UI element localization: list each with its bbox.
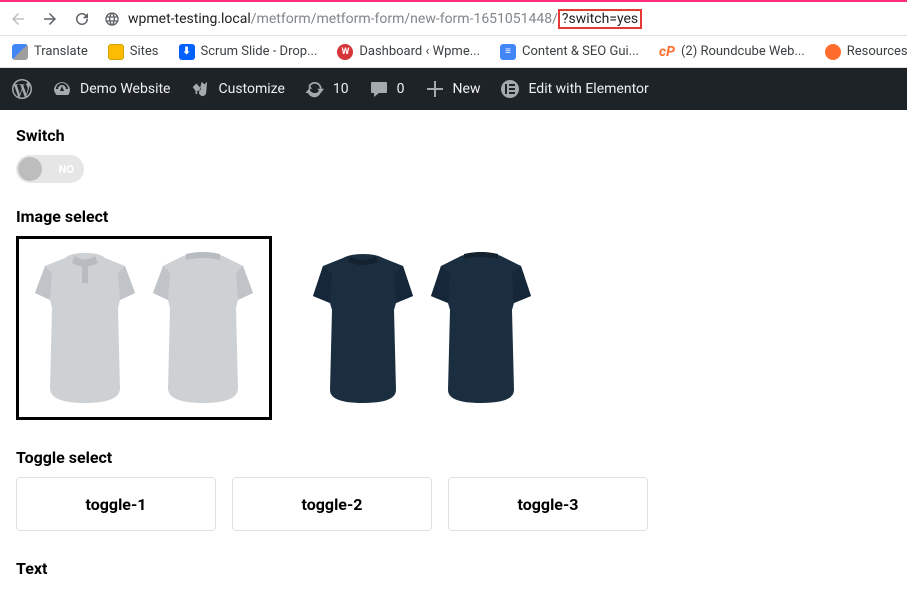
bookmark-label: Translate: [34, 44, 88, 59]
wp-elementor[interactable]: Edit with Elementor: [500, 79, 648, 99]
reload-button[interactable]: [72, 9, 92, 29]
switch-state: NO: [59, 163, 74, 176]
toggle-option-3[interactable]: toggle-3: [448, 477, 648, 531]
bookmark-roundcube[interactable]: cP (2) Roundcube Web...: [659, 44, 805, 60]
bookmark-content-seo[interactable]: ≡ Content & SEO Gui...: [500, 44, 639, 60]
dashboard-icon: [52, 79, 72, 99]
shirt-navy-front: [308, 248, 418, 408]
site-name: Demo Website: [80, 81, 170, 97]
wp-logo[interactable]: [12, 79, 32, 99]
wp-updates[interactable]: 10: [305, 79, 349, 99]
translate-icon: [12, 44, 28, 60]
resources-icon: [825, 44, 841, 60]
image-select-label: Image select: [16, 207, 891, 226]
bookmark-label: Resources Docs | Ni...: [847, 44, 907, 59]
bookmarks-bar: Translate Sites ⬇ Scrum Slide - Drop... …: [0, 36, 907, 68]
globe-icon: [104, 11, 120, 27]
bookmark-label: Content & SEO Gui...: [522, 44, 639, 59]
elementor-icon: [500, 79, 520, 99]
address-bar[interactable]: wpmet-testing.local/metform/metform-form…: [104, 11, 899, 27]
bookmark-dashboard[interactable]: W Dashboard ‹ Wpme...: [337, 44, 480, 60]
shirt-gray-front: [30, 248, 140, 408]
image-option-1[interactable]: [16, 236, 272, 420]
wp-new[interactable]: New: [425, 79, 481, 99]
shirt-navy-back: [426, 248, 536, 408]
cpanel-icon: cP: [659, 44, 675, 60]
toggle-option-1[interactable]: toggle-1: [16, 477, 216, 531]
customize-label: Customize: [218, 81, 284, 97]
bookmark-label: Sites: [130, 44, 159, 59]
toggle-select-label: Toggle select: [16, 448, 891, 467]
text-label: Text: [16, 559, 891, 578]
browser-toolbar: wpmet-testing.local/metform/metform-form…: [0, 0, 907, 36]
elementor-label: Edit with Elementor: [528, 81, 648, 97]
back-button[interactable]: [8, 9, 28, 29]
page-content: Switch NO Image select: [0, 110, 907, 604]
brush-icon: [190, 79, 210, 99]
bookmark-label: (2) Roundcube Web...: [681, 44, 805, 59]
wp-adminbar: Demo Website Customize 10 0 New Edit wit…: [0, 68, 907, 110]
comments-count: 0: [397, 81, 405, 97]
wpmet-icon: W: [337, 44, 353, 60]
new-label: New: [453, 81, 481, 97]
wp-customize[interactable]: Customize: [190, 79, 284, 99]
toggle-select-field: Toggle select toggle-1 toggle-2 toggle-3: [16, 448, 891, 531]
switch-field: Switch NO: [16, 126, 891, 183]
bookmark-resources[interactable]: Resources Docs | Ni...: [825, 44, 907, 60]
bookmark-sites[interactable]: Sites: [108, 44, 159, 60]
update-icon: [305, 79, 325, 99]
bookmark-scrum[interactable]: ⬇ Scrum Slide - Drop...: [179, 44, 318, 60]
folder-icon: [108, 44, 124, 60]
wp-comments[interactable]: 0: [369, 79, 405, 99]
switch-label: Switch: [16, 126, 891, 145]
bookmark-label: Dashboard ‹ Wpme...: [359, 44, 480, 59]
switch-toggle[interactable]: NO: [16, 155, 84, 183]
bookmark-label: Scrum Slide - Drop...: [201, 44, 318, 59]
docs-icon: ≡: [500, 44, 516, 60]
text-field: Text: [16, 559, 891, 578]
switch-knob: [18, 157, 42, 181]
updates-count: 10: [333, 81, 349, 97]
image-select-field: Image select: [16, 207, 891, 420]
bookmark-translate[interactable]: Translate: [12, 44, 88, 60]
image-option-2[interactable]: [294, 236, 550, 420]
plus-icon: [425, 79, 445, 99]
forward-button[interactable]: [40, 9, 60, 29]
url-text: wpmet-testing.local/metform/metform-form…: [128, 11, 642, 27]
toggle-option-2[interactable]: toggle-2: [232, 477, 432, 531]
wp-site[interactable]: Demo Website: [52, 79, 170, 99]
comment-icon: [369, 79, 389, 99]
dropbox-icon: ⬇: [179, 44, 195, 60]
shirt-gray-back: [148, 248, 258, 408]
wordpress-icon: [12, 79, 32, 99]
url-query-highlight: ?switch=yes: [558, 9, 642, 29]
